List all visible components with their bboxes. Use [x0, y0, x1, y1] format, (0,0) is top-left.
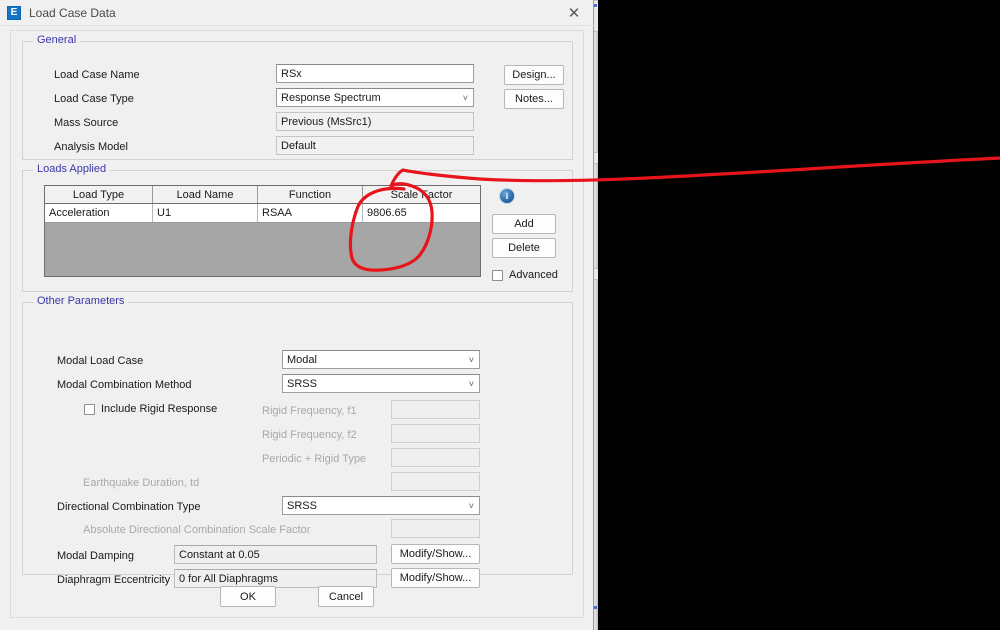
add-load-button[interactable]: Add [492, 214, 556, 234]
modal-combination-method-label: Modal Combination Method [57, 379, 192, 391]
modal-load-case-value: Modal [287, 353, 317, 366]
loads-applied-group-label: Loads Applied [33, 163, 111, 175]
checkbox-box [492, 269, 503, 281]
modal-combination-method-value: SRSS [287, 377, 317, 390]
chevron-down-icon: ˅ [462, 92, 468, 103]
advanced-checkbox-label: Advanced [509, 269, 558, 281]
periodic-rigid-type-input [391, 448, 480, 467]
column-header-load-name[interactable]: Load Name [153, 186, 258, 203]
directional-combination-type-value: SRSS [287, 499, 317, 512]
load-case-name-input[interactable]: RSx [276, 64, 474, 83]
include-rigid-response-label: Include Rigid Response [101, 403, 218, 415]
modal-damping-value: Constant at 0.05 [174, 545, 377, 564]
title-bar: E Load Case Data ✕ [0, 0, 593, 26]
cell-load-name[interactable]: U1 [153, 204, 258, 222]
table-empty-area[interactable] [45, 223, 480, 271]
diaphragm-eccentricity-modify-button[interactable]: Modify/Show... [391, 568, 480, 588]
delete-load-button[interactable]: Delete [492, 238, 556, 258]
other-parameters-group: Other Parameters Modal Load Case Modal ˅… [22, 295, 573, 588]
cell-function-value: RSAA [262, 207, 292, 219]
window-title: Load Case Data [29, 6, 116, 20]
advanced-checkbox[interactable]: Advanced [492, 269, 558, 281]
design-button[interactable]: Design... [504, 65, 564, 85]
directional-combination-type-label: Directional Combination Type [57, 501, 201, 513]
earthquake-duration-input [391, 472, 480, 491]
modal-damping-label: Modal Damping [57, 550, 135, 562]
absolute-directional-scale-factor-label: Absolute Directional Combination Scale F… [83, 524, 311, 536]
etabs-app-icon: E [7, 6, 21, 20]
chevron-down-icon: ˅ [468, 354, 474, 365]
chevron-down-icon: ˅ [353, 208, 358, 218]
notes-button[interactable]: Notes... [504, 89, 564, 109]
info-icon[interactable]: i [499, 188, 515, 204]
modal-load-case-label: Modal Load Case [57, 355, 144, 367]
chevron-down-icon: ˅ [468, 500, 474, 511]
loads-applied-table[interactable]: Load Type Load Name Function Scale Facto… [44, 185, 481, 277]
chevron-down-icon: ˅ [468, 378, 474, 389]
general-group: General Load Case Name RSx Load Case Typ… [22, 34, 573, 160]
table-header-row: Load Type Load Name Function Scale Facto… [45, 186, 480, 204]
ok-button[interactable]: OK [220, 586, 276, 607]
close-icon[interactable]: ✕ [563, 2, 585, 24]
column-header-function[interactable]: Function [258, 186, 363, 203]
general-group-label: General [33, 34, 81, 46]
load-case-type-label: Load Case Type [54, 93, 134, 105]
rigid-frequency-f1-label: Rigid Frequency, f1 [262, 405, 357, 417]
mass-source-value: Previous (MsSrc1) [276, 112, 474, 131]
periodic-rigid-type-label: Periodic + Rigid Type [262, 453, 367, 465]
loads-applied-group: Loads Applied Load Type Load Name Functi… [22, 163, 573, 292]
absolute-directional-scale-factor-input [391, 519, 480, 538]
rigid-frequency-f2-input [391, 424, 480, 443]
load-case-name-label: Load Case Name [54, 69, 140, 81]
load-case-type-value: Response Spectrum [281, 91, 381, 104]
directional-combination-type-select[interactable]: SRSS ˅ [282, 496, 480, 515]
analysis-model-value: Default [276, 136, 474, 155]
titlebar-divider [0, 25, 594, 26]
analysis-model-label: Analysis Model [54, 141, 128, 153]
load-case-type-select[interactable]: Response Spectrum ˅ [276, 88, 474, 107]
rigid-frequency-f2-label: Rigid Frequency, f2 [262, 429, 357, 441]
earthquake-duration-label: Earthquake Duration, td [83, 477, 200, 489]
column-header-scale-factor[interactable]: Scale Factor [363, 186, 480, 203]
include-rigid-response-checkbox[interactable]: Include Rigid Response [84, 403, 217, 415]
cell-load-type[interactable]: Acceleration [45, 204, 153, 222]
diaphragm-eccentricity-label: Diaphragm Eccentricity [57, 574, 171, 586]
cell-scale-factor[interactable]: 9806.65 [363, 204, 480, 222]
modal-damping-modify-button[interactable]: Modify/Show... [391, 544, 480, 564]
cell-function[interactable]: RSAA ˅ [258, 204, 363, 222]
modal-combination-method-select[interactable]: SRSS ˅ [282, 374, 480, 393]
other-parameters-group-label: Other Parameters [33, 295, 129, 307]
mass-source-label: Mass Source [54, 117, 119, 129]
cancel-button[interactable]: Cancel [318, 586, 374, 607]
table-row[interactable]: Acceleration U1 RSAA ˅ 9806.65 [45, 204, 480, 223]
rigid-frequency-f1-input [391, 400, 480, 419]
load-case-data-dialog: E Load Case Data ✕ General Load Case Nam… [0, 0, 594, 630]
column-header-load-type[interactable]: Load Type [45, 186, 153, 203]
modal-load-case-select[interactable]: Modal ˅ [282, 350, 480, 369]
dialog-content-panel: General Load Case Name RSx Load Case Typ… [10, 30, 584, 618]
checkbox-box [84, 403, 95, 415]
